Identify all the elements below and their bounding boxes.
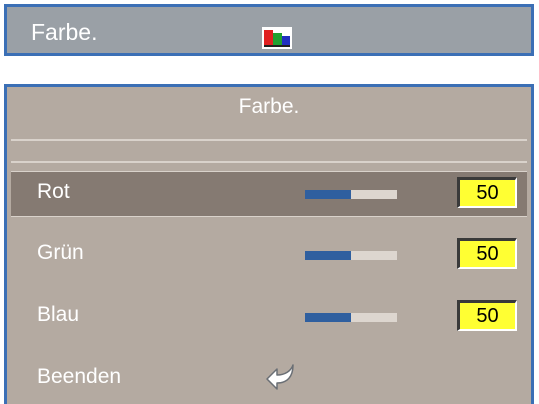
menu-item-gruen[interactable]: Grün 50 (11, 233, 527, 277)
return-arrow-icon (266, 364, 294, 390)
slider-fill (305, 251, 351, 260)
menu-item-blau[interactable]: Blau 50 (11, 295, 527, 339)
panel-title: Farbe. (238, 95, 300, 118)
menu-item-label: Blau (37, 303, 80, 326)
rot-slider[interactable] (305, 190, 397, 199)
menu-item-label: Rot (37, 180, 70, 203)
menu-item-rot[interactable]: Rot 50 (11, 171, 527, 217)
divider (11, 161, 527, 163)
menu-item-beenden[interactable]: Beenden (11, 357, 527, 401)
gruen-value: 50 (457, 238, 517, 269)
header-title: Farbe. (31, 19, 98, 45)
slider-fill (305, 190, 351, 199)
color-bars-icon (262, 27, 292, 49)
slider-fill (305, 313, 351, 322)
gruen-slider[interactable] (305, 251, 397, 260)
blau-slider[interactable] (305, 313, 397, 322)
color-menu-panel: Farbe. Rot 50 Grün 50 Blau 50 Beenden (4, 84, 534, 404)
divider (11, 139, 527, 141)
menu-item-label: Beenden (37, 365, 122, 388)
osd-header-bar: Farbe. (4, 4, 534, 56)
rot-value: 50 (457, 177, 517, 208)
blau-value: 50 (457, 300, 517, 331)
menu-item-label: Grün (37, 241, 84, 264)
